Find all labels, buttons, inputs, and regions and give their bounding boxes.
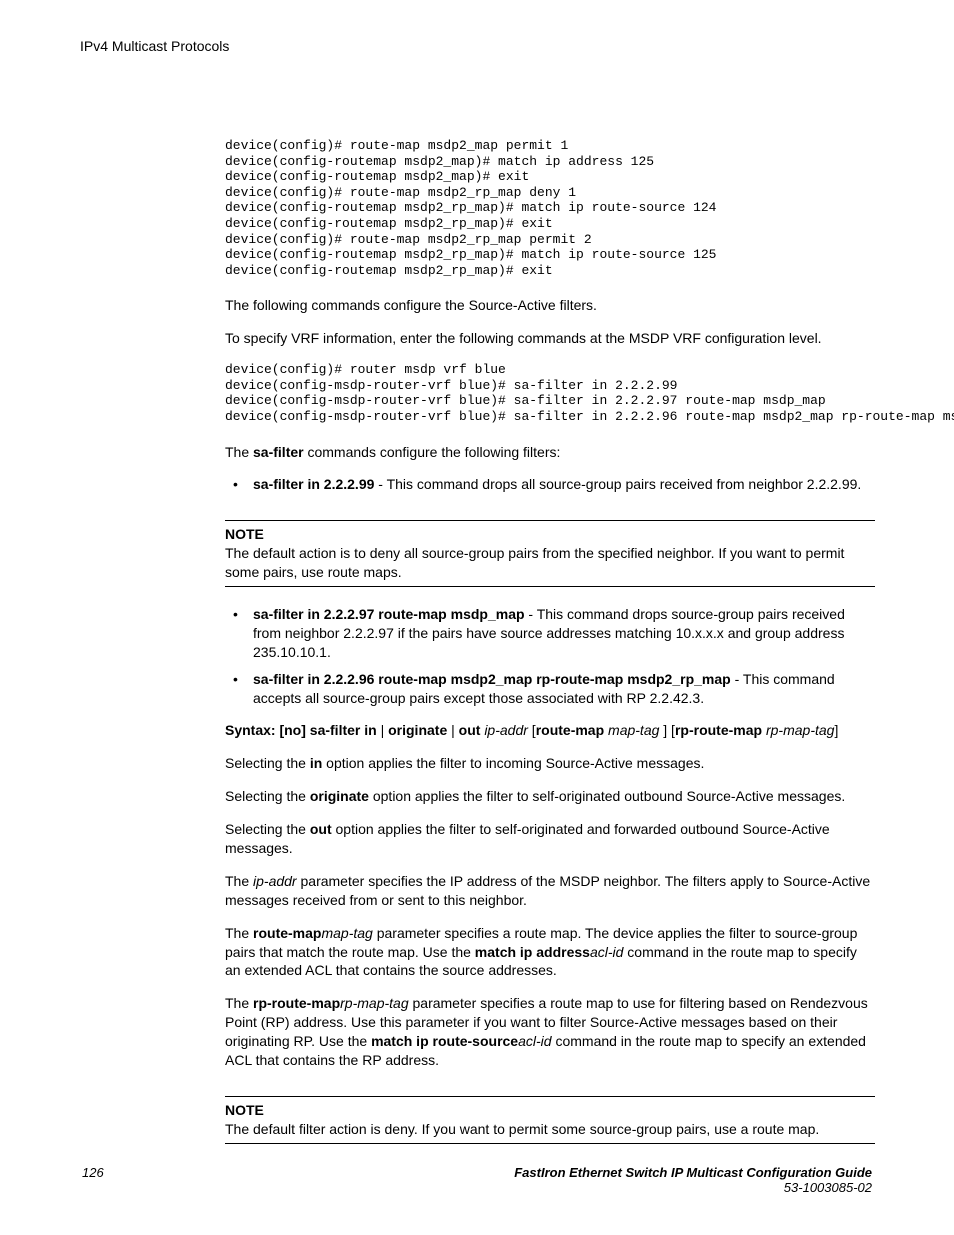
italic-term: ip-addr — [253, 873, 297, 889]
note-rule-bottom — [225, 586, 875, 587]
bold-term: route-map — [253, 925, 321, 941]
text: - This command drops all source-group pa… — [374, 476, 861, 492]
text: option applies the filter to incoming So… — [322, 755, 704, 771]
page-number: 126 — [82, 1165, 104, 1180]
paragraph: Selecting the originate option applies t… — [225, 787, 875, 806]
syntax-bold: originate — [388, 722, 447, 738]
bullet-list: sa-filter in 2.2.2.99 - This command dro… — [225, 475, 875, 494]
paragraph: The ip-addr parameter specifies the IP a… — [225, 872, 875, 910]
syntax-bold: out — [459, 722, 481, 738]
text: The — [225, 444, 253, 460]
italic-term: rp-map-tag — [340, 995, 408, 1011]
syntax-italic: map-tag — [608, 722, 659, 738]
list-item: sa-filter in 2.2.2.99 - This command dro… — [225, 475, 875, 494]
text: Selecting the — [225, 788, 310, 804]
bold-term: sa-filter — [253, 444, 304, 460]
note-rule-bottom — [225, 1143, 875, 1144]
page-header: IPv4 Multicast Protocols — [80, 38, 229, 54]
bold-term: match ip route-source — [371, 1033, 518, 1049]
note-block: NOTE The default filter action is deny. … — [225, 1096, 875, 1144]
note-label: NOTE — [225, 1101, 875, 1120]
note-rule-top — [225, 520, 875, 521]
paragraph: The rp-route-maprp-map-tag parameter spe… — [225, 994, 875, 1070]
syntax-bold: Syntax: [no] sa-filter in — [225, 722, 377, 738]
italic-term: acl-id — [590, 944, 623, 960]
note-label: NOTE — [225, 525, 875, 544]
italic-term: acl-id — [518, 1033, 551, 1049]
bold-term: originate — [310, 788, 369, 804]
text: ] — [834, 722, 838, 738]
syntax-bold: rp-route-map — [675, 722, 762, 738]
code-block-2: device(config)# router msdp vrf blue dev… — [225, 362, 875, 424]
paragraph: The sa-filter commands configure the fol… — [225, 443, 875, 462]
footer-doc-number: 53-1003085-02 — [514, 1180, 872, 1195]
list-item: sa-filter in 2.2.2.96 route-map msdp2_ma… — [225, 670, 875, 708]
text: The — [225, 925, 253, 941]
text: Selecting the — [225, 821, 310, 837]
bold-term: match ip address — [475, 944, 590, 960]
bullet-list: sa-filter in 2.2.2.97 route-map msdp_map… — [225, 605, 875, 707]
text: The — [225, 873, 253, 889]
body-content: device(config)# route-map msdp2_map perm… — [225, 138, 875, 1162]
syntax-bold: route-map — [536, 722, 604, 738]
paragraph: Selecting the out option applies the fil… — [225, 820, 875, 858]
text: Selecting the — [225, 755, 310, 771]
italic-term: map-tag — [321, 925, 372, 941]
syntax-line: Syntax: [no] sa-filter in | originate | … — [225, 721, 875, 740]
footer-doc-title: FastIron Ethernet Switch IP Multicast Co… — [514, 1165, 872, 1195]
paragraph: Selecting the in option applies the filt… — [225, 754, 875, 773]
note-rule-top — [225, 1096, 875, 1097]
paragraph: The following commands configure the Sou… — [225, 296, 875, 315]
text: commands configure the following filters… — [304, 444, 561, 460]
syntax-italic: ip-addr — [484, 722, 528, 738]
bold-term: in — [310, 755, 322, 771]
text: option applies the filter to self-origin… — [369, 788, 845, 804]
footer-title-text: FastIron Ethernet Switch IP Multicast Co… — [514, 1165, 872, 1180]
code-block-1: device(config)# route-map msdp2_map perm… — [225, 138, 875, 278]
text: ] [ — [659, 722, 675, 738]
text: parameter specifies the IP address of th… — [225, 873, 870, 908]
note-block: NOTE The default action is to deny all s… — [225, 520, 875, 587]
paragraph: The route-mapmap-tag parameter specifies… — [225, 924, 875, 981]
bold-term: rp-route-map — [253, 995, 340, 1011]
syntax-italic: rp-map-tag — [766, 722, 834, 738]
note-text: The default filter action is deny. If yo… — [225, 1120, 875, 1139]
list-item: sa-filter in 2.2.2.97 route-map msdp_map… — [225, 605, 875, 662]
page-footer: 126 FastIron Ethernet Switch IP Multicas… — [82, 1165, 872, 1195]
text: | — [447, 722, 458, 738]
note-text: The default action is to deny all source… — [225, 544, 875, 582]
text: The — [225, 995, 253, 1011]
bold-term: sa-filter in 2.2.2.99 — [253, 476, 374, 492]
text: | — [377, 722, 388, 738]
text: [ — [528, 722, 536, 738]
bold-term: sa-filter in 2.2.2.96 route-map msdp2_ma… — [253, 671, 731, 687]
bold-term: out — [310, 821, 332, 837]
paragraph: To specify VRF information, enter the fo… — [225, 329, 875, 348]
bold-term: sa-filter in 2.2.2.97 route-map msdp_map — [253, 606, 525, 622]
